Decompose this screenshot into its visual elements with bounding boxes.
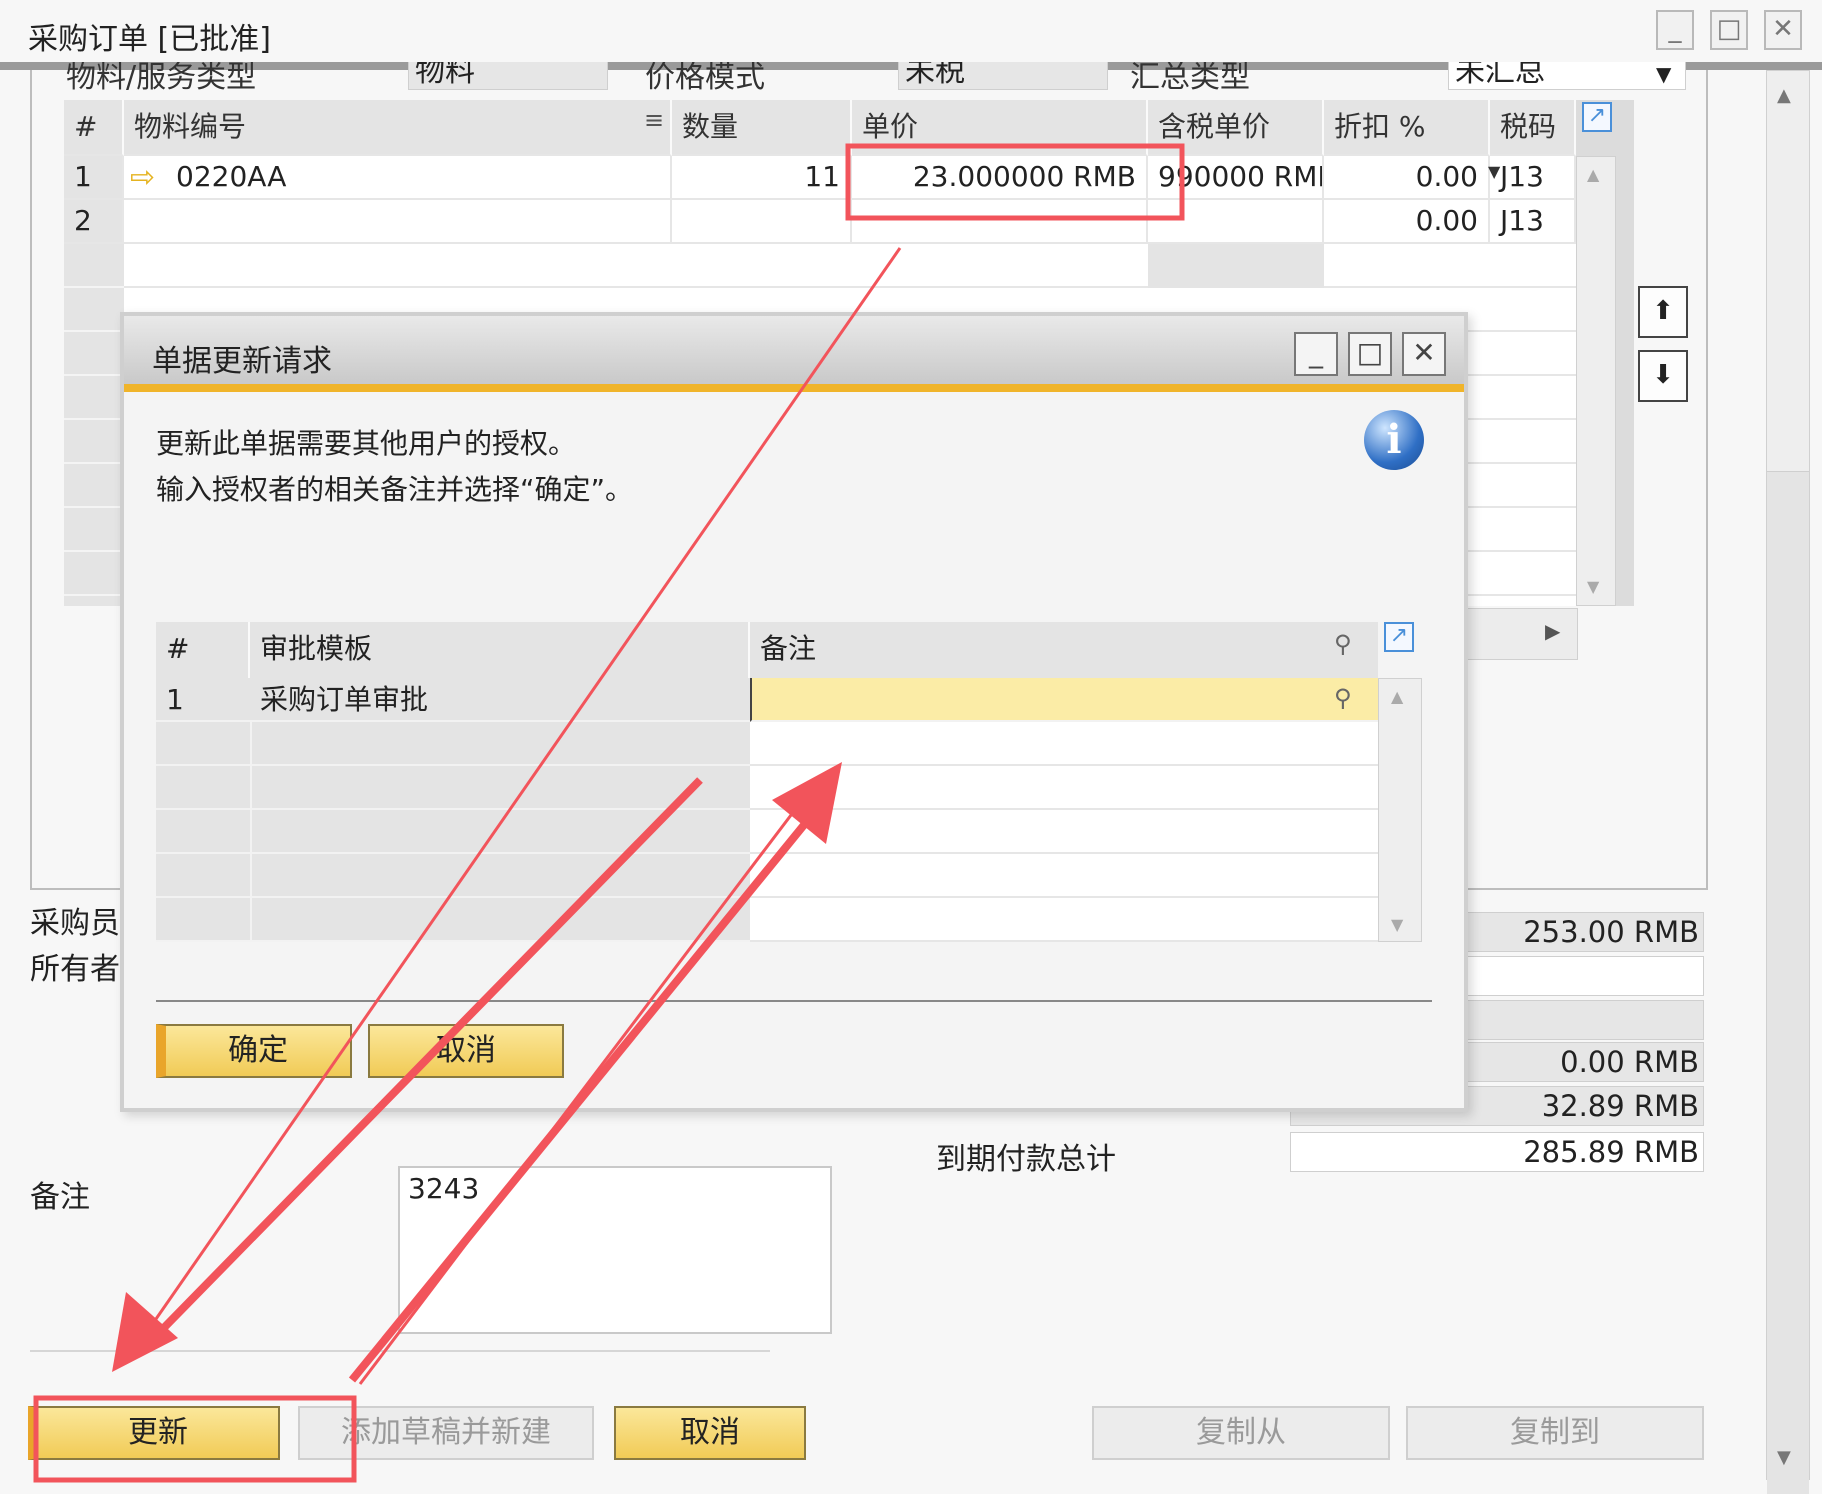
buyer-label: 采购员 [30,906,120,941]
column-divider [250,722,252,942]
empty-rows [156,722,750,942]
col-header-remark[interactable]: 备注 [750,622,1378,678]
scroll-up-icon[interactable]: ▲ [1587,165,1599,184]
scroll-up-icon[interactable]: ▲ [1777,85,1791,106]
row-number[interactable]: 2 [64,200,124,244]
item-type-label: 物料/服务类型 [66,62,257,95]
key-icon[interactable]: ⚲ [1334,684,1352,712]
dialog-title: 单据更新请求 [152,344,332,379]
gross-price-cell[interactable] [1148,200,1324,244]
minimize-button[interactable]: _ [1656,10,1694,50]
col-header-gross-price[interactable]: 含税单价 [1148,100,1324,156]
scroll-thumb[interactable] [1767,471,1809,1494]
due-total-label: 到期付款总计 [936,1142,1116,1177]
maximize-button[interactable]: □ [1710,10,1748,50]
scroll-down-icon[interactable]: ▼ [1777,1447,1791,1468]
dialog-close-button[interactable]: ✕ [1402,332,1446,376]
unit-price-cell[interactable] [852,200,1148,244]
item-type-field[interactable]: 物料 [408,62,608,90]
dialog-message-line2: 输入授权者的相关备注并选择“确定”。 [156,473,634,506]
expand-arrow-icon[interactable]: ↗ [1582,102,1612,132]
add-draft-button[interactable]: 添加草稿并新建 [298,1406,594,1460]
gross-price-cell[interactable]: 990000 RMB [1148,156,1324,200]
row-number[interactable]: 1 [156,678,250,722]
summary-type-dropdown[interactable]: 未汇总 [1448,62,1686,90]
col-header-template[interactable]: 审批模板 [250,622,750,678]
dialog-cancel-button[interactable]: 取消 [368,1024,564,1078]
remarks-textarea[interactable]: 3243 [398,1166,832,1334]
template-cell: 采购订单审批 [250,678,750,722]
tax-code-cell[interactable]: J13 [1490,156,1576,200]
price-mode-label: 价格模式 [645,62,765,95]
grid-scrollbar[interactable]: ▲ ▼ [1576,156,1616,606]
move-down-button[interactable]: ⬇ [1638,350,1688,402]
header-fields-row: 物料/服务类型 物料 价格模式 未税 汇总类型 未汇总 ▼ [60,62,1690,98]
form-scrollbar[interactable]: ▲ ▼ [1766,70,1810,1494]
approval-grid-scrollbar[interactable]: ▲ ▼ [1378,678,1422,942]
discount-cell[interactable]: 0.00 [1324,156,1490,200]
tax-code-cell[interactable]: J13 [1490,200,1576,244]
move-up-button[interactable]: ⬆ [1638,286,1688,338]
key-icon[interactable]: ⚲ [1334,630,1352,658]
quantity-cell[interactable]: 11 [672,156,852,200]
copy-from-button[interactable]: 复制从 [1092,1406,1390,1460]
unit-price-cell[interactable]: 23.000000 RMB [852,156,1148,200]
owner-label: 所有者 [30,952,120,987]
menu-lines-icon[interactable]: ≡ [644,106,664,134]
due-total-value: 285.89 RMB [1290,1132,1704,1172]
col-header-no[interactable]: # [64,100,124,156]
scroll-right-icon[interactable]: ▶ [1545,619,1560,643]
dropdown-arrow-icon[interactable]: ▼ [1488,162,1500,181]
main-title-bar: 采购订单 [已批准] _ □ ✕ [0,0,1822,70]
col-header-no[interactable]: # [156,622,250,678]
update-button[interactable]: 更新 [28,1406,280,1460]
remark-input[interactable] [750,678,1378,722]
info-icon: i [1364,410,1424,470]
col-header-item[interactable]: 物料编号 [124,100,672,156]
ok-button[interactable]: 确定 [156,1024,352,1078]
dialog-title-bar: 单据更新请求 _ □ ✕ [124,316,1464,392]
dialog-divider [156,1000,1432,1002]
col-header-qty[interactable]: 数量 [672,100,852,156]
document-update-dialog: 单据更新请求 _ □ ✕ 更新此单据需要其他用户的授权。 输入授权者的相关备注并… [120,312,1468,1112]
link-arrow-icon[interactable]: ⇨ [130,156,155,200]
quantity-cell[interactable] [672,200,852,244]
arrow-head-down [112,1292,178,1372]
item-code-cell[interactable] [124,200,672,244]
divider [30,1350,770,1352]
summary-type-label: 汇总类型 [1130,62,1250,95]
scroll-up-icon[interactable]: ▲ [1391,687,1403,706]
copy-to-button[interactable]: 复制到 [1406,1406,1704,1460]
horizontal-scrollbar[interactable]: ▶ [1466,608,1578,660]
scroll-down-icon[interactable]: ▼ [1391,915,1403,934]
cancel-button[interactable]: 取消 [614,1406,806,1460]
row-number[interactable]: 1 [64,156,124,200]
dialog-minimize-button[interactable]: _ [1294,332,1338,376]
col-header-tax-code[interactable]: 税码 [1490,100,1576,156]
price-mode-field[interactable]: 未税 [898,62,1108,90]
item-code-cell[interactable]: 0220AA [124,156,672,200]
scroll-down-icon[interactable]: ▼ [1587,577,1599,596]
expand-arrow-icon[interactable]: ↗ [1384,622,1414,652]
col-header-discount[interactable]: 折扣 % [1324,100,1490,156]
approval-grid: # 审批模板 备注 ⚲ ↗ 1 采购订单审批 ⚲ ▲ ▼ [156,622,1422,942]
disabled-cell [1148,244,1324,288]
empty-row-numbers [64,244,124,606]
discount-cell[interactable]: 0.00 [1324,200,1490,244]
close-button[interactable]: ✕ [1764,10,1802,50]
dialog-message-line1: 更新此单据需要其他用户的授权。 [156,427,577,460]
remarks-label: 备注 [30,1180,90,1215]
col-header-price[interactable]: 单价 [852,100,1148,156]
empty-remark-rows [750,722,1378,942]
chevron-down-icon[interactable]: ▼ [1656,62,1671,86]
window-title: 采购订单 [已批准] [28,22,271,57]
dialog-maximize-button[interactable]: □ [1348,332,1392,376]
